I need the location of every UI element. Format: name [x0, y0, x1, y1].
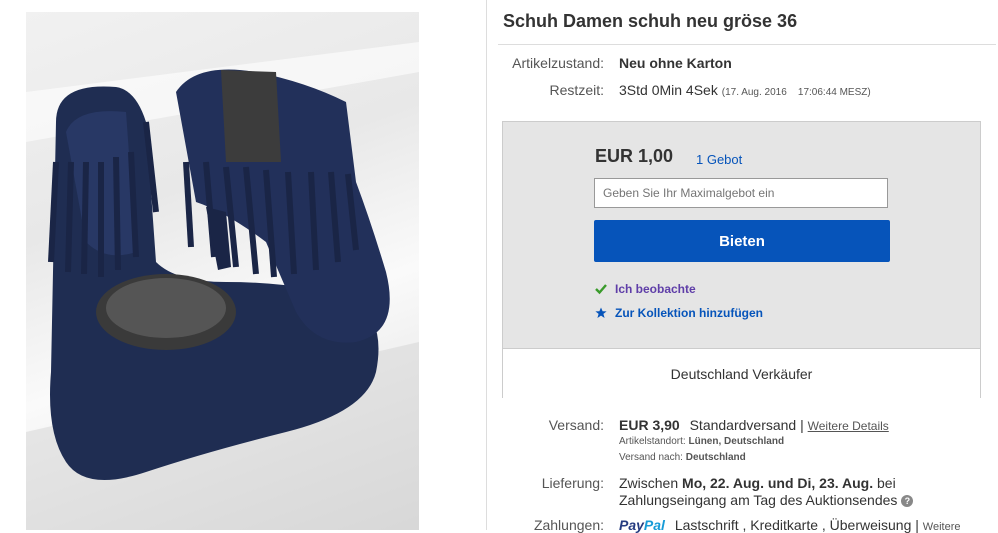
watch-label: Ich beobachte	[615, 282, 696, 296]
help-icon[interactable]: ?	[901, 495, 914, 508]
listing-info: Schuh Damen schuh neu gröse 36 Artikelzu…	[486, 0, 998, 533]
seller-location: Deutschland Verkäufer	[670, 365, 813, 382]
shipping-method: Standardversand |	[689, 417, 804, 433]
delivery-prefix: Zwischen	[619, 475, 683, 491]
time-end: (17. Aug. 2016 17:06:44 MESZ)	[721, 87, 871, 98]
delivery-label: Lieferung:	[541, 475, 604, 491]
collection-label: Zur Kollektion hinzufügen	[615, 306, 763, 320]
item-location-label: Artikelstandort:	[619, 436, 686, 447]
time-left-value: 3Std 0Min 4Sek	[619, 82, 718, 98]
item-location-value: Lünen, Deutschland	[688, 436, 785, 447]
condition-label: Artikelzustand:	[512, 55, 604, 71]
listing-title: Schuh Damen schuh neu gröse 36	[503, 11, 798, 31]
payment-label: Zahlungen:	[533, 517, 604, 533]
ships-to: Versand nach: Deutschland	[619, 452, 746, 463]
seller-location-bar: Deutschland Verkäufer	[503, 348, 980, 398]
bid-count-link[interactable]: 1 Gebot	[696, 152, 742, 167]
check-icon	[595, 284, 607, 295]
delivery-text: Zwischen Mo, 22. Aug. und Di, 23. Aug. b…	[619, 475, 989, 509]
add-to-collection-link[interactable]: Zur Kollektion hinzufügen	[595, 306, 763, 320]
shipping-details-link[interactable]: Weitere Details	[808, 419, 889, 433]
delivery-dates: Mo, 22. Aug. und Di, 23. Aug.	[682, 475, 874, 491]
shoe-illustration	[26, 42, 419, 530]
bid-box: EUR 1,00 1 Gebot Bieten Ich beobachte Zu…	[502, 121, 981, 398]
current-price: EUR 1,00	[595, 146, 674, 166]
condition-value: Neu ohne Karton	[619, 55, 732, 71]
ships-to-value: Deutschland	[685, 452, 746, 463]
item-location: Artikelstandort: Lünen, Deutschland	[619, 436, 784, 447]
delivery-suffix: bei	[873, 475, 896, 491]
watch-link[interactable]: Ich beobachte	[595, 282, 696, 296]
payment-methods: Lastschrift , Kreditkarte , Überweisung …	[674, 517, 919, 533]
paypal-logo: PayPal	[619, 517, 665, 533]
time-left-label: Restzeit:	[549, 82, 604, 98]
product-photo[interactable]	[26, 12, 419, 530]
shipping-cost-row: EUR 3,90 Standardversand | Weitere Detai…	[619, 417, 889, 433]
shipping-label: Versand:	[548, 417, 604, 433]
image-panel	[0, 0, 487, 530]
max-bid-input[interactable]	[594, 178, 888, 208]
bid-button[interactable]: Bieten	[594, 220, 890, 262]
title-divider	[498, 44, 996, 45]
star-icon	[595, 307, 607, 318]
shipping-cost: EUR 3,90	[619, 417, 680, 433]
payment-methods-row: PayPal Lastschrift , Kreditkarte , Überw…	[619, 517, 961, 533]
payment-more[interactable]: Weitere	[923, 521, 961, 533]
time-left: 3Std 0Min 4Sek (17. Aug. 2016 17:06:44 M…	[619, 82, 871, 98]
ships-to-label: Versand nach:	[619, 452, 683, 463]
delivery-line2: Zahlungseingang am Tag des Auktionsendes	[619, 492, 898, 508]
